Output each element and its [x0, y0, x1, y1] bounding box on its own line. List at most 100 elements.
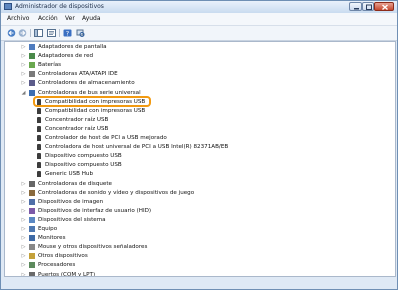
tree-item-label: Concentrador raíz USB	[45, 116, 109, 123]
expand-toggle-icon[interactable]: ▷	[20, 52, 27, 60]
expand-toggle-icon[interactable]: ▷	[20, 198, 27, 206]
device-category-item[interactable]: ▷ Procesadores	[5, 261, 393, 269]
tree-item-label: Adaptadores de pantalla	[38, 44, 107, 50]
properties-icon[interactable]	[47, 29, 56, 37]
mouse-icon	[29, 244, 35, 251]
menu-ver[interactable]: Ver	[65, 15, 75, 22]
expand-toggle-icon[interactable]: ▷	[20, 216, 27, 224]
close-button[interactable]	[374, 2, 394, 11]
usb-plug-icon	[37, 107, 41, 114]
device-category-item[interactable]: ▷ Controladoras ATA/ATAPI IDE	[5, 70, 393, 78]
help-icon[interactable]: ?	[63, 29, 72, 37]
tree-item-label: Dispositivos de interfaz de usuario (HID…	[38, 207, 152, 214]
scan-hardware-icon[interactable]	[76, 29, 85, 37]
toolbar-separator	[30, 29, 31, 37]
device-category-item[interactable]: ▷ Monitores	[5, 234, 393, 242]
usb-device-item[interactable]: Controladora de host universal de PCI a …	[5, 143, 393, 151]
usb-device-item[interactable]: Compatibilidad con impresoras USB	[5, 107, 393, 115]
collapse-toggle-icon[interactable]: ◢	[20, 89, 27, 97]
minimize-button[interactable]	[349, 2, 362, 11]
svg-text:?: ?	[66, 30, 69, 37]
tree-item-label: Dispositivos de imagen	[38, 198, 104, 205]
device-category-item[interactable]: ▷ Equipo	[5, 225, 393, 233]
device-category-item[interactable]: ▷ Dispositivos del sistema	[5, 216, 393, 224]
device-category-item[interactable]: ▷ Dispositivos de interfaz de usuario (HI…	[5, 207, 393, 215]
menu-archivo[interactable]: Archivo	[7, 15, 29, 22]
tree-item-label: Controladoras ATA/ATAPI IDE	[38, 71, 118, 78]
usb-device-item[interactable]: Dispositivo compuesto USB	[5, 152, 393, 160]
selected-item-highlight	[33, 96, 151, 107]
device-category-item[interactable]: ▷ Controladoras de sonido y vídeo y dispo…	[5, 189, 393, 197]
expand-toggle-icon[interactable]: ▷	[20, 79, 27, 87]
device-manager-app-icon	[4, 3, 12, 10]
menu-accion[interactable]: Acción	[38, 15, 58, 22]
tree-item-label: Dispositivo compuesto USB	[45, 162, 122, 169]
tree-item-label: Controladoras de disquete	[38, 180, 113, 187]
device-category-item[interactable]: ▷ Controladores de almacenamiento	[5, 79, 393, 87]
usb-plug-icon	[37, 116, 41, 123]
expand-toggle-icon[interactable]: ▷	[20, 180, 27, 188]
expand-toggle-icon[interactable]: ▷	[20, 70, 27, 78]
usb-plug-icon	[37, 144, 41, 151]
device-category-item[interactable]: ▷ Mouse y otros dispositivos señaladores	[5, 243, 393, 251]
expand-toggle-icon[interactable]: ▷	[20, 225, 27, 233]
usb-device-item[interactable]: Concentrador raíz USB	[5, 116, 393, 124]
usb-device-item[interactable]: Controlador de host de PCI a USB mejorad…	[5, 134, 393, 142]
expand-toggle-icon[interactable]: ▷	[20, 61, 27, 69]
usb-device-item[interactable]: Concentrador raíz USB	[5, 125, 393, 133]
tree-item-label: Mouse y otros dispositivos señaladores	[38, 244, 148, 251]
tree-item-label: Concentrador raíz USB	[45, 125, 109, 132]
usb-plug-icon	[37, 171, 41, 178]
usb-device-item[interactable]: Dispositivo compuesto USB	[5, 161, 393, 169]
device-category-item[interactable]: ▷ Controladoras de disquete	[5, 180, 393, 188]
ide-controller-icon	[29, 71, 35, 78]
tree-item-label: Monitores	[38, 235, 66, 242]
tree-item-label: Controladores de almacenamiento	[38, 80, 135, 87]
system-devices-icon	[29, 216, 35, 223]
forward-arrow-icon[interactable]	[18, 29, 27, 37]
expand-toggle-icon[interactable]: ▷	[20, 207, 27, 215]
back-arrow-icon[interactable]	[7, 29, 16, 37]
title-bar[interactable]: Administrador de dispositivos	[1, 1, 397, 13]
device-tree[interactable]: ▷ Adaptadores de pantalla ▷ Adaptadores de …	[4, 41, 396, 277]
menu-ayuda[interactable]: Ayuda	[82, 15, 101, 22]
maximize-button[interactable]	[362, 2, 374, 11]
usb-device-item[interactable]: Generic USB Hub	[5, 170, 393, 178]
other-devices-icon	[29, 253, 35, 260]
display-adapter-icon	[29, 44, 35, 50]
expand-toggle-icon[interactable]: ▷	[20, 243, 27, 251]
processor-icon	[29, 262, 35, 269]
tree-item-label: Otros dispositivos	[38, 253, 88, 260]
show-hide-console-tree-icon[interactable]	[34, 29, 43, 37]
expand-toggle-icon[interactable]: ▷	[20, 189, 27, 197]
device-category-item[interactable]: ▷ Adaptadores de pantalla	[5, 43, 393, 51]
close-icon	[382, 4, 388, 11]
usb-controller-icon	[29, 89, 35, 96]
tree-item-label: Compatibilidad con impresoras USB	[45, 107, 146, 114]
usb-plug-icon	[37, 125, 41, 132]
hid-icon	[29, 207, 35, 214]
expand-toggle-icon[interactable]: ▷	[20, 252, 27, 260]
status-bar	[1, 277, 397, 289]
tree-item-label: Procesadores	[38, 262, 76, 269]
expand-toggle-icon[interactable]: ▷	[20, 261, 27, 269]
device-category-item[interactable]: ▷ Otros dispositivos	[5, 252, 393, 260]
tree-item-label: Dispositivo compuesto USB	[45, 153, 122, 160]
device-category-item[interactable]: ▷ Dispositivos de imagen	[5, 198, 393, 206]
tree-item-label: Dispositivos del sistema	[38, 216, 106, 223]
network-adapter-icon	[29, 53, 35, 60]
floppy-controller-icon	[29, 180, 35, 187]
usb-plug-icon	[37, 153, 41, 160]
tree-item-label: Controlador de host de PCI a USB mejorad…	[45, 135, 167, 141]
device-category-item[interactable]: ▷ Baterías	[5, 61, 393, 69]
menu-bar: Archivo Acción Ver Ayuda	[1, 13, 397, 26]
storage-controller-icon	[29, 80, 35, 87]
expand-toggle-icon[interactable]: ▷	[20, 234, 27, 242]
imaging-device-icon	[29, 198, 35, 205]
expand-toggle-icon[interactable]: ▷	[20, 43, 27, 51]
device-category-item[interactable]: ▷ Adaptadores de red	[5, 52, 393, 60]
sound-icon	[29, 189, 35, 196]
computer-icon	[29, 226, 35, 232]
tree-item-label: Adaptadores de red	[38, 53, 94, 60]
tree-item-label: Controladoras de sonido y vídeo y dispos…	[38, 189, 195, 196]
